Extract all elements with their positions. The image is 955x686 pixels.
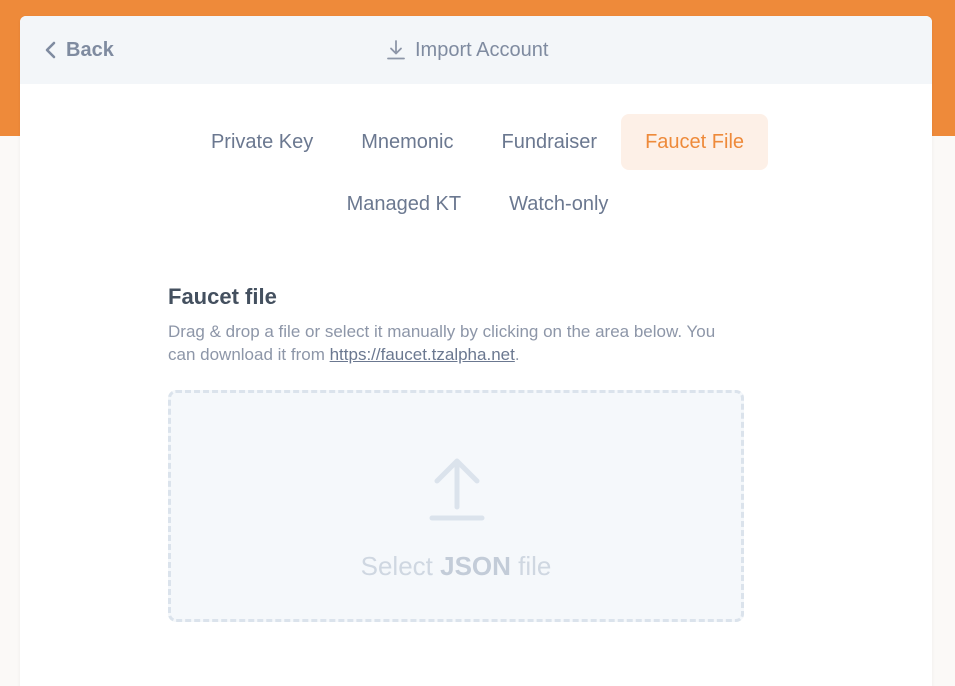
tab-faucet-file[interactable]: Faucet File bbox=[621, 114, 769, 170]
section-description: Drag & drop a file or select it manually… bbox=[168, 320, 744, 366]
page-title: Import Account bbox=[386, 36, 548, 64]
back-button[interactable]: Back bbox=[44, 36, 114, 64]
page-title-text: Import Account bbox=[415, 38, 549, 61]
section-title: Faucet file bbox=[168, 284, 277, 309]
card-header: Back Import Account bbox=[20, 16, 932, 84]
faucet-link[interactable]: https://faucet.tzalpha.net bbox=[330, 345, 515, 364]
dropzone-label-suffix: file bbox=[510, 551, 552, 581]
dropzone-label: Select JSON file bbox=[171, 551, 741, 582]
dropzone-label-prefix: Select bbox=[360, 551, 441, 581]
description-end: . bbox=[514, 345, 520, 364]
json-file-dropzone[interactable]: Select JSON file bbox=[168, 390, 744, 622]
dropzone-label-json: JSON bbox=[440, 551, 511, 581]
tab-fundraiser[interactable]: Fundraiser bbox=[477, 114, 621, 170]
download-icon bbox=[387, 40, 405, 60]
import-method-tabs: Private Key Mnemonic Fundraiser Faucet F… bbox=[0, 114, 955, 232]
faucet-file-section: Faucet file Drag & drop a file or select… bbox=[168, 284, 744, 366]
back-label: Back bbox=[66, 38, 114, 61]
tab-row-1: Private Key Mnemonic Fundraiser Faucet F… bbox=[187, 114, 769, 170]
tab-row-2: Managed KT Watch-only bbox=[323, 176, 633, 232]
upload-arrow-icon bbox=[429, 458, 485, 521]
tab-private-key[interactable]: Private Key bbox=[187, 114, 337, 170]
tab-mnemonic[interactable]: Mnemonic bbox=[337, 114, 477, 170]
tab-watch-only[interactable]: Watch-only bbox=[485, 176, 632, 232]
tab-managed-kt[interactable]: Managed KT bbox=[323, 176, 486, 232]
chevron-left-icon bbox=[45, 41, 56, 59]
